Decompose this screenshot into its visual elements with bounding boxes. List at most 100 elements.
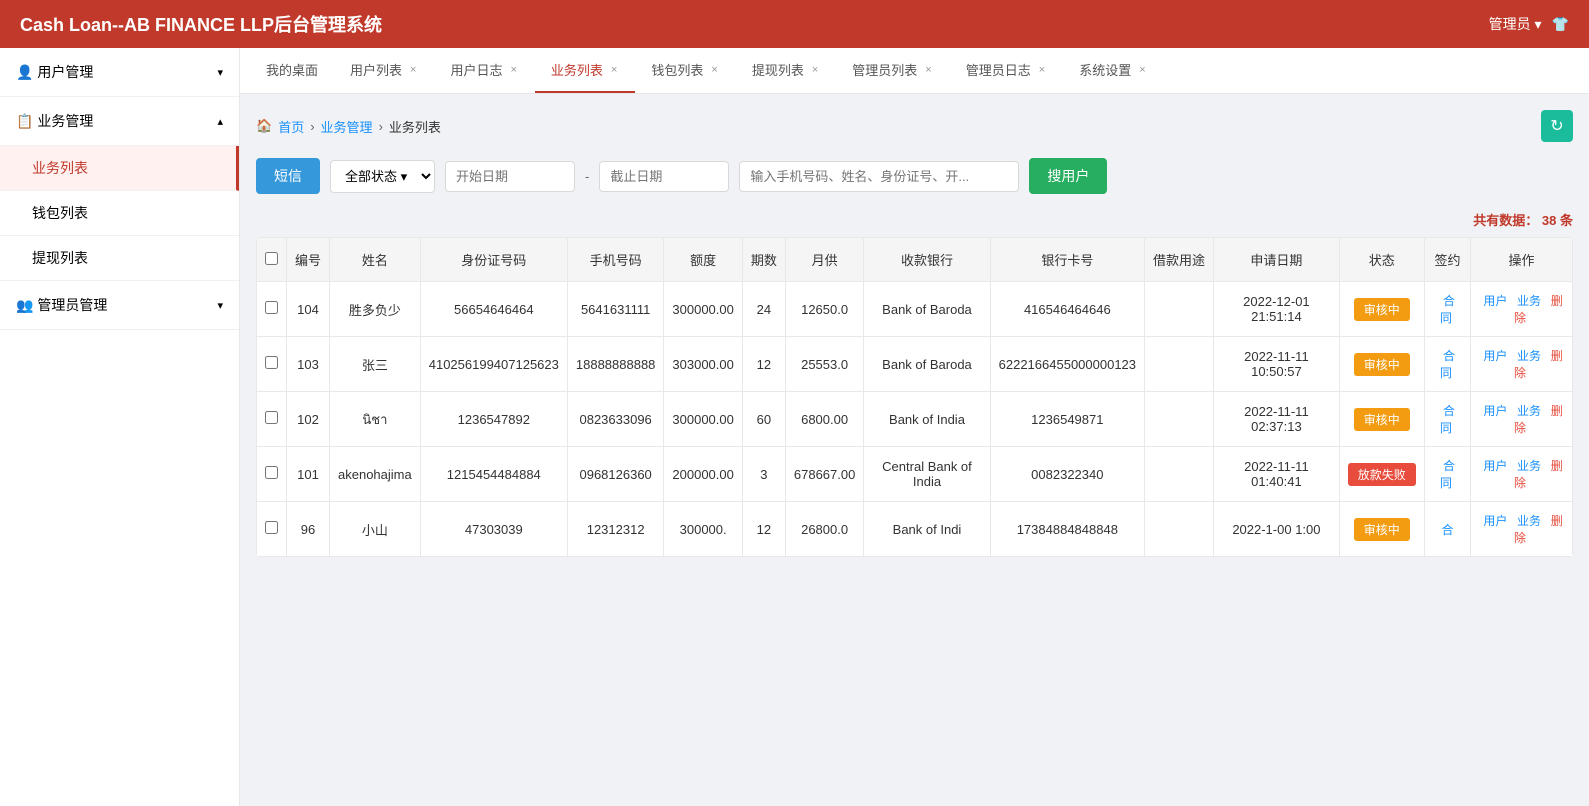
business-action-link[interactable]: 业务 xyxy=(1517,404,1541,418)
row-name: นิชา xyxy=(330,392,421,447)
row-contract[interactable]: 合同 xyxy=(1424,447,1470,502)
tab-dashboard-label: 我的桌面 xyxy=(266,60,318,79)
select-all-checkbox[interactable] xyxy=(265,252,278,265)
tab-system-settings[interactable]: 系统设置 × xyxy=(1063,48,1163,93)
row-phone: 0968126360 xyxy=(567,447,664,502)
row-purpose xyxy=(1145,282,1214,337)
row-name: 小山 xyxy=(330,502,421,557)
table-row: 103 张三 410256199407125623 18888888888 30… xyxy=(257,337,1573,392)
business-action-link[interactable]: 业务 xyxy=(1517,349,1541,363)
toolbar: 短信 全部状态 ▾ 审核中 放款失败 已放款 还款中 已还清 - 搜用户 xyxy=(256,158,1573,194)
sidebar-item-withdrawal-list[interactable]: 提现列表 xyxy=(0,236,239,281)
user-action-link[interactable]: 用户 xyxy=(1483,349,1507,363)
sidebar-section-business-management[interactable]: 📋 业务管理 ▴ xyxy=(0,97,239,146)
table-header-row: 编号 姓名 身份证号码 手机号码 额度 期数 月供 收款银行 银行卡号 借款用途… xyxy=(257,238,1573,282)
business-action-link[interactable]: 业务 xyxy=(1517,294,1541,308)
business-action-link[interactable]: 业务 xyxy=(1517,514,1541,528)
tab-withdrawal-list[interactable]: 提现列表 × xyxy=(736,48,836,93)
row-periods: 3 xyxy=(742,447,785,502)
home-icon: 🏠 xyxy=(256,118,272,134)
user-menu[interactable]: 管理员 ▾ xyxy=(1489,14,1542,34)
row-name: 胜多负少 xyxy=(330,282,421,337)
breadcrumb-home[interactable]: 首页 xyxy=(278,117,304,136)
refresh-button[interactable]: ↻ xyxy=(1541,110,1573,142)
contract-link[interactable]: 合同 xyxy=(1440,459,1455,490)
row-select-checkbox[interactable] xyxy=(265,466,278,479)
tab-admin-list-close[interactable]: × xyxy=(923,64,933,76)
tab-wallet-list[interactable]: 钱包列表 × xyxy=(635,48,735,93)
shirt-icon[interactable]: 👕 xyxy=(1552,16,1569,33)
admin-icon: 👥 xyxy=(16,297,33,313)
search-button[interactable]: 搜用户 xyxy=(1029,158,1107,194)
tab-admin-log-label: 管理员日志 xyxy=(966,60,1031,79)
start-date-input[interactable] xyxy=(445,161,575,192)
chevron-up-icon: ▴ xyxy=(217,115,223,128)
tab-admin-log[interactable]: 管理员日志 × xyxy=(950,48,1063,93)
th-monthly: 月供 xyxy=(785,238,863,282)
row-card: 0082322340 xyxy=(990,447,1144,502)
row-contract[interactable]: 合同 xyxy=(1424,282,1470,337)
row-select-checkbox[interactable] xyxy=(265,521,278,534)
sidebar-item-wallet-list[interactable]: 钱包列表 xyxy=(0,191,239,236)
business-action-link[interactable]: 业务 xyxy=(1517,459,1541,473)
tab-admin-list[interactable]: 管理员列表 × xyxy=(836,48,949,93)
row-id-number: 1236547892 xyxy=(420,392,567,447)
contract-link[interactable]: 合同 xyxy=(1440,404,1455,435)
tab-business-list-close[interactable]: × xyxy=(609,64,619,76)
tab-system-settings-close[interactable]: × xyxy=(1137,64,1147,76)
contract-link[interactable]: 合同 xyxy=(1440,294,1455,325)
user-action-link[interactable]: 用户 xyxy=(1483,459,1507,473)
tab-business-list[interactable]: 业务列表 × xyxy=(535,48,635,93)
th-apply-date: 申请日期 xyxy=(1214,238,1340,282)
row-id-number: 56654646464 xyxy=(420,282,567,337)
row-apply-date: 2022-11-11 02:37:13 xyxy=(1214,392,1340,447)
row-amount: 303000.00 xyxy=(664,337,742,392)
tab-withdrawal-list-close[interactable]: × xyxy=(810,64,820,76)
row-apply-date: 2022-11-11 01:40:41 xyxy=(1214,447,1340,502)
row-apply-date: 2022-1-00 1:00 xyxy=(1214,502,1340,557)
tab-dashboard[interactable]: 我的桌面 xyxy=(250,48,334,93)
row-contract[interactable]: 合 xyxy=(1424,502,1470,557)
row-apply-date: 2022-11-11 10:50:57 xyxy=(1214,337,1340,392)
tab-user-list-close[interactable]: × xyxy=(408,64,418,76)
row-purpose xyxy=(1145,337,1214,392)
th-periods: 期数 xyxy=(742,238,785,282)
search-input[interactable] xyxy=(739,161,1019,192)
contract-link[interactable]: 合同 xyxy=(1440,349,1455,380)
row-select-checkbox[interactable] xyxy=(265,411,278,424)
breadcrumb-section[interactable]: 业务管理 xyxy=(321,117,373,136)
header: Cash Loan--AB FINANCE LLP后台管理系统 管理员 ▾ 👕 xyxy=(0,0,1589,48)
page-content: 🏠 首页 › 业务管理 › 业务列表 ↻ 短信 全部状态 ▾ 审核中 放款失败 … xyxy=(240,94,1589,806)
end-date-input[interactable] xyxy=(599,161,729,192)
row-select-checkbox[interactable] xyxy=(265,356,278,369)
row-id: 103 xyxy=(287,337,330,392)
sidebar-section-admin-management[interactable]: 👥 管理员管理 ▾ xyxy=(0,281,239,330)
th-id-number: 身份证号码 xyxy=(420,238,567,282)
row-amount: 300000. xyxy=(664,502,742,557)
table-wrapper: 编号 姓名 身份证号码 手机号码 额度 期数 月供 收款银行 银行卡号 借款用途… xyxy=(256,237,1573,557)
sidebar-section-user-management[interactable]: 👤 用户管理 ▾ xyxy=(0,48,239,97)
status-select[interactable]: 全部状态 ▾ 审核中 放款失败 已放款 还款中 已还清 xyxy=(330,160,435,193)
tab-user-list[interactable]: 用户列表 × xyxy=(334,48,434,93)
row-bank: Central Bank of India xyxy=(864,447,990,502)
contract-link[interactable]: 合 xyxy=(1441,523,1453,537)
tab-user-log[interactable]: 用户日志 × xyxy=(434,48,534,93)
user-action-link[interactable]: 用户 xyxy=(1483,514,1507,528)
row-contract[interactable]: 合同 xyxy=(1424,337,1470,392)
row-periods: 24 xyxy=(742,282,785,337)
business-table: 编号 姓名 身份证号码 手机号码 额度 期数 月供 收款银行 银行卡号 借款用途… xyxy=(256,237,1573,557)
row-contract[interactable]: 合同 xyxy=(1424,392,1470,447)
th-checkbox xyxy=(257,238,287,282)
user-action-link[interactable]: 用户 xyxy=(1483,294,1507,308)
row-amount: 200000.00 xyxy=(664,447,742,502)
sidebar-item-business-list[interactable]: 业务列表 xyxy=(0,146,239,191)
sms-button[interactable]: 短信 xyxy=(256,158,320,194)
tab-user-log-close[interactable]: × xyxy=(508,64,518,76)
row-monthly: 26800.0 xyxy=(785,502,863,557)
row-select-checkbox[interactable] xyxy=(265,301,278,314)
th-purpose: 借款用途 xyxy=(1145,238,1214,282)
user-action-link[interactable]: 用户 xyxy=(1483,404,1507,418)
tab-wallet-list-close[interactable]: × xyxy=(709,64,719,76)
breadcrumb-current: 业务列表 xyxy=(389,117,441,136)
tab-admin-log-close[interactable]: × xyxy=(1037,64,1047,76)
